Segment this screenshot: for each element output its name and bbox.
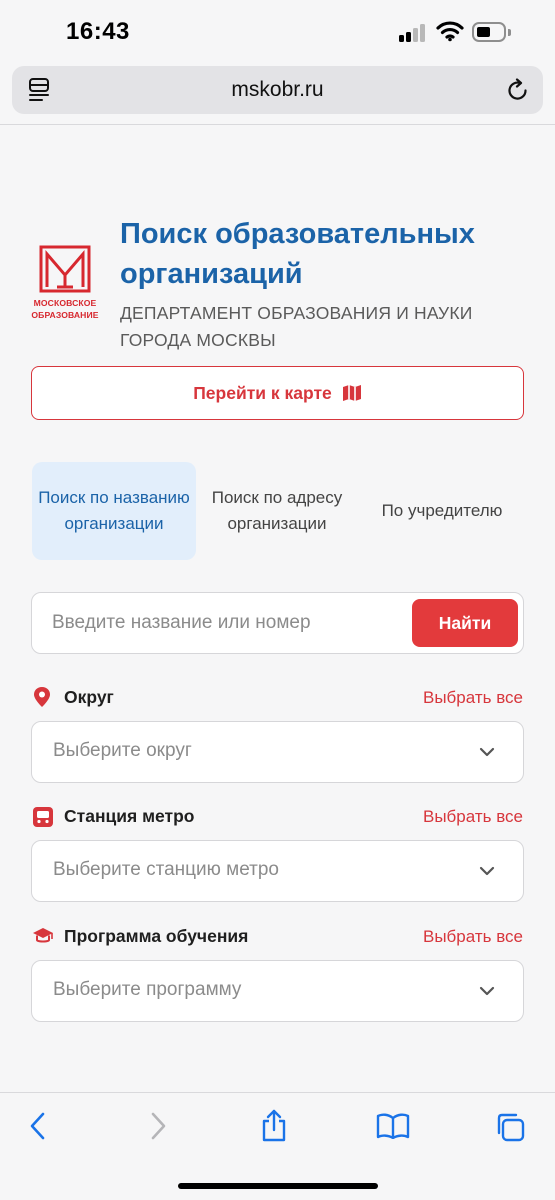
district-select[interactable]: Выберите округ: [31, 721, 524, 783]
program-select[interactable]: Выберите программу: [31, 960, 524, 1022]
metro-select[interactable]: Выберите станцию метро: [31, 840, 524, 902]
home-indicator: [178, 1183, 378, 1189]
map-icon: [342, 385, 361, 401]
metro-icon: [33, 807, 53, 827]
address-bar[interactable]: mskobr.ru: [12, 66, 543, 114]
graduation-cap-icon: [33, 928, 53, 943]
district-label: Округ: [64, 687, 114, 707]
battery-icon: [472, 22, 506, 42]
tab-search-by-name[interactable]: Поиск по названию организации: [32, 462, 196, 560]
tab-by-founder[interactable]: По учредителю: [362, 462, 522, 560]
page-title: Поиск образовательных организаций: [120, 218, 475, 290]
tabs-icon[interactable]: [494, 1111, 526, 1143]
search-box: Найти: [31, 592, 524, 654]
go-to-map-button[interactable]: Перейти к карте: [31, 366, 524, 420]
divider: [0, 124, 555, 125]
find-button[interactable]: Найти: [412, 599, 518, 647]
program-placeholder: Выберите программу: [53, 979, 242, 1000]
tab-label: По учредителю: [381, 501, 503, 520]
status-bar: 16:43: [0, 0, 555, 62]
tab-search-by-address[interactable]: Поиск по адресу организации: [198, 462, 356, 560]
mosobr-logo[interactable]: МОСКОВСКОЕ ОБРАЗОВАНИЕ: [28, 244, 102, 324]
chevron-down-icon: [479, 747, 495, 757]
chevron-down-icon: [479, 866, 495, 876]
district-select-all[interactable]: Выбрать все: [423, 688, 523, 708]
page-subtitle: ДЕПАРТАМЕНТ ОБРАЗОВАНИЯ И НАУКИ ГОРОДА М…: [120, 303, 473, 350]
program-select-all[interactable]: Выбрать все: [423, 927, 523, 947]
logo-text-line1: МОСКОВСКОЕ: [33, 298, 97, 308]
bookmarks-icon[interactable]: [376, 1113, 410, 1139]
wifi-icon: [436, 21, 464, 42]
location-pin-icon: [34, 687, 50, 707]
tab-label: Поиск по адресу организации: [211, 488, 343, 533]
metro-placeholder: Выберите станцию метро: [53, 859, 279, 880]
status-time: 16:43: [66, 18, 130, 45]
cellular-signal-icon: [399, 24, 429, 42]
tab-label: Поиск по названию организации: [38, 488, 190, 533]
search-input[interactable]: [52, 607, 412, 639]
forward-icon[interactable]: [148, 1111, 168, 1141]
logo-mark-icon: [39, 245, 91, 293]
program-label: Программа обучения: [64, 926, 249, 946]
reload-icon[interactable]: [507, 78, 529, 102]
district-placeholder: Выберите округ: [53, 740, 192, 761]
battery-tip: [508, 29, 511, 36]
metro-label: Станция метро: [64, 806, 195, 826]
chevron-down-icon: [479, 986, 495, 996]
go-to-map-label: Перейти к карте: [193, 382, 332, 403]
share-icon[interactable]: [260, 1109, 288, 1143]
logo-text-line2: ОБРАЗОВАНИЕ: [31, 310, 99, 320]
back-icon[interactable]: [28, 1111, 48, 1141]
url-text[interactable]: mskobr.ru: [12, 78, 543, 102]
metro-select-all[interactable]: Выбрать все: [423, 807, 523, 827]
